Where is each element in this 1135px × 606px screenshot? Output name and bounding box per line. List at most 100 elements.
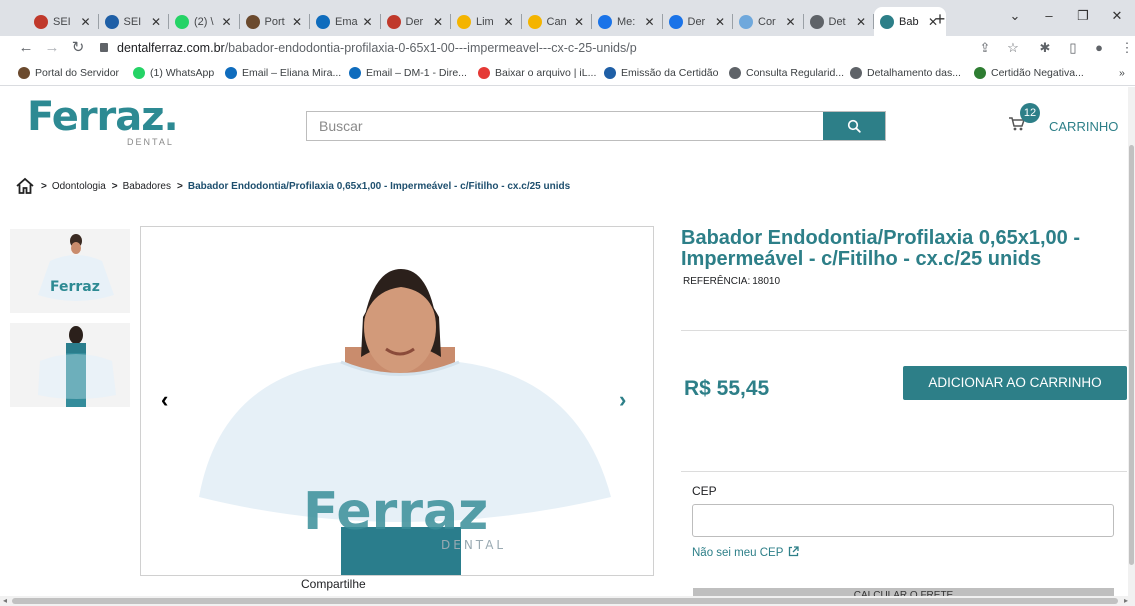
tab-close-icon[interactable]: ✕ [431,15,445,29]
browser-tab[interactable]: Me: ✕ [592,7,663,36]
bookmark-item[interactable]: Baixar o arquivo | iL... [478,67,596,79]
breadcrumb-item-odontologia[interactable]: Odontologia [52,181,106,192]
menu-kebab-icon[interactable]: ⋮ [1118,39,1135,57]
close-window-button[interactable]: ✕ [1102,6,1132,26]
address-bar[interactable]: dentalferraz.com.br/babador-endodontia-p… [100,37,970,59]
browser-tab[interactable]: Port ✕ [240,7,311,36]
bookmark-label: Portal do Servidor [35,67,120,79]
tab-close-icon[interactable]: ✕ [502,15,516,29]
divider [681,330,1127,331]
breadcrumb-separator: > [177,180,183,192]
cart-link[interactable]: 12 CARRINHO [1008,103,1118,137]
breadcrumb: > Odontologia > Babadores > Babador Endo… [15,175,570,197]
bookmark-favicon-icon [133,67,145,79]
bookmark-favicon-icon [729,67,741,79]
scrollbar-thumb[interactable] [12,598,1118,604]
bookmark-item[interactable]: Certidão Negativa... [974,67,1084,79]
tab-favicon-icon [880,14,894,29]
new-tab-button[interactable]: + [930,9,950,29]
product-main-image[interactable]: Ferraz DENTAL ‹ › [140,226,654,576]
tab-close-icon[interactable]: ✕ [643,15,657,29]
minimize-button[interactable]: – [1034,6,1064,26]
tab-title: (2) \ [194,15,214,28]
breadcrumb-item-babadores[interactable]: Babadores [123,181,171,192]
browser-tab[interactable]: Der ✕ [381,7,452,36]
gallery-next-button[interactable]: › [619,387,626,413]
bookmark-favicon-icon [349,67,361,79]
scroll-right-arrow[interactable]: ▸ [1124,596,1128,606]
tab-close-icon[interactable]: ✕ [79,15,93,29]
tab-close-icon[interactable]: ✕ [572,15,586,29]
logo-subtitle: DENTAL [127,137,174,147]
product-thumbnail-front[interactable]: Ferraz [10,229,130,313]
tab-search-icon[interactable]: ⌄ [1000,6,1030,26]
cep-input[interactable] [692,504,1114,537]
bookmark-favicon-icon [974,67,986,79]
tab-close-icon[interactable]: ✕ [361,15,375,29]
back-icon[interactable]: ← [16,38,36,58]
tab-close-icon[interactable]: ✕ [784,15,798,29]
browser-tab[interactable]: SEI ✕ [28,7,99,36]
more-bookmarks-button[interactable]: » [1119,67,1125,79]
share-page-icon[interactable]: ⇪ [976,39,994,57]
gallery-prev-button[interactable]: ‹ [161,387,168,413]
reference-value: 18010 [752,276,781,287]
extensions-icon[interactable]: ✱ [1036,39,1054,57]
breadcrumb-current[interactable]: Babador Endodontia/Profilaxia 0,65x1,00 … [188,181,570,192]
tab-close-icon[interactable]: ✕ [713,15,727,29]
reload-icon[interactable]: ↻ [68,38,88,58]
bookmark-star-icon[interactable]: ☆ [1004,39,1022,57]
browser-tab[interactable]: Det ✕ [804,7,875,36]
tab-title: Cor [758,15,776,28]
bookmark-item[interactable]: Portal do Servidor [18,67,119,79]
divider [681,471,1127,472]
tab-close-icon[interactable]: ✕ [854,15,868,29]
browser-tab[interactable]: (2) \ ✕ [169,7,240,36]
product-reference: REFERÊNCIA: 18010 [681,276,780,287]
tab-favicon-icon [668,14,683,29]
cart-count-badge: 12 [1020,103,1040,123]
product-thumbnail-back[interactable] [10,323,130,407]
profile-icon[interactable]: ● [1090,39,1108,57]
vertical-scrollbar[interactable] [1128,87,1135,596]
side-panel-icon[interactable]: ▯ [1064,39,1082,57]
home-icon[interactable] [15,177,35,195]
ferraz-logo[interactable]: Ferraz. DENTAL [27,97,179,147]
scrollbar-thumb[interactable] [1129,145,1134,565]
bookmark-item[interactable]: Consulta Regularid... [729,67,844,79]
scroll-left-arrow[interactable]: ◂ [3,596,7,606]
browser-tab[interactable]: Cor ✕ [733,7,804,36]
calculate-shipping-button[interactable]: CALCULAR O FRETE [693,588,1114,596]
bookmark-item[interactable]: Emissão da Certidão [604,67,718,79]
browser-tab[interactable]: SEI ✕ [99,7,170,36]
forward-icon[interactable]: → [42,38,62,58]
tab-close-icon[interactable]: ✕ [290,15,304,29]
browser-tab[interactable]: Can ✕ [522,7,593,36]
browser-tab[interactable]: Lim ✕ [451,7,522,36]
browser-tab[interactable]: Ema ✕ [310,7,381,36]
bookmark-item[interactable]: (1) WhatsApp [133,67,214,79]
bookmark-item[interactable]: Email – DM-1 - Dire... [349,67,467,79]
maximize-button[interactable]: ❐ [1068,6,1098,26]
bookmark-item[interactable]: Detalhamento das... [850,67,961,79]
search-button[interactable] [823,112,885,140]
photo-watermark: Ferraz [303,482,488,542]
tab-title: SEI [53,15,71,28]
tab-close-icon[interactable]: ✕ [220,15,234,29]
browser-tab[interactable]: Der ✕ [663,7,734,36]
bookmark-item[interactable]: Email – Eliana Mira... [225,67,341,79]
product-price: R$ 55,45 [684,377,770,400]
external-link-icon [789,546,800,557]
tab-close-icon[interactable]: ✕ [149,15,163,29]
url-host: dentalferraz.com.br [117,41,225,55]
browser-tab-strip: SEI ✕ SEI ✕ (2) \ ✕ Port ✕ Ema ✕ Der ✕ Lim ✕ Can ✕ Me: ✕ D… [0,0,1135,36]
tab-title: Det [828,15,846,28]
tab-favicon-icon [316,14,330,29]
bookmarks-bar: Portal do Servidor (1) WhatsApp Email – El… [0,62,1135,86]
add-to-cart-button[interactable]: ADICIONAR AO CARRINHO [903,366,1127,400]
search-input[interactable] [307,112,823,140]
cep-help-label: Não sei meu CEP [692,547,784,559]
bookmark-favicon-icon [18,67,30,79]
cep-help-link[interactable]: Não sei meu CEP [692,546,800,559]
horizontal-scrollbar[interactable]: ◂ ▸ [0,596,1135,606]
